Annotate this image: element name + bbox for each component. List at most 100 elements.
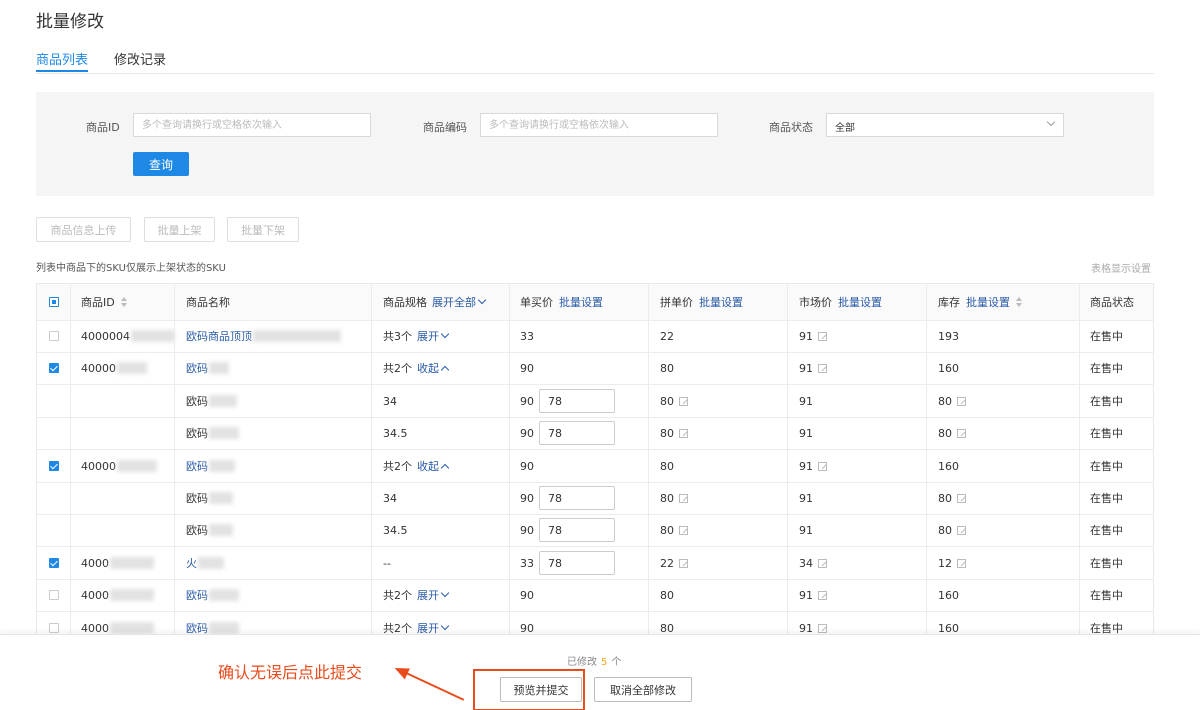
product-name[interactable]: 欧码 xyxy=(186,458,208,474)
expand-all-link[interactable]: 展开全部 xyxy=(432,294,476,310)
edit-icon[interactable] xyxy=(818,558,827,568)
row-checkbox[interactable] xyxy=(49,363,59,373)
unit-price-input[interactable] xyxy=(539,486,615,510)
unit-price-batch-set-link[interactable]: 批量设置 xyxy=(559,294,603,310)
unit-price-input[interactable] xyxy=(539,551,615,575)
product-id-cell: 4000004 xyxy=(81,320,175,352)
product-id: 4000 xyxy=(81,621,109,635)
unit-price-input[interactable] xyxy=(539,421,615,445)
product-id-input[interactable] xyxy=(133,113,371,137)
row-checkbox[interactable] xyxy=(49,331,59,341)
product-name-cell: 欧码 xyxy=(186,482,233,514)
row-checkbox[interactable] xyxy=(49,590,59,600)
tab-product-list[interactable]: 商品列表 xyxy=(36,49,89,72)
product-name[interactable]: 欧码 xyxy=(186,360,208,376)
market-price-cell: 91 xyxy=(799,417,813,449)
sort-icon[interactable] xyxy=(120,297,127,307)
product-code-input[interactable] xyxy=(480,113,718,137)
spec-toggle-link[interactable]: 收起 xyxy=(417,458,439,474)
edit-icon[interactable] xyxy=(957,493,966,503)
group-price-cell: 80 xyxy=(660,385,688,417)
product-status-select[interactable]: 全部 xyxy=(826,113,1064,137)
batch-unshelve-button[interactable]: 批量下架 xyxy=(227,217,299,242)
market-price-cell: 91 xyxy=(799,352,827,384)
stock-cell: 160 xyxy=(938,579,959,611)
product-name[interactable]: 欧码 xyxy=(186,620,208,634)
stock-cell: 80 xyxy=(938,385,966,417)
spec-text: -- xyxy=(383,556,391,570)
batch-shelve-button[interactable]: 批量上架 xyxy=(144,217,215,242)
unit-price-cell: 90 xyxy=(520,385,615,417)
row-checkbox[interactable] xyxy=(49,558,59,568)
status-cell: 在售中 xyxy=(1090,579,1123,611)
edit-icon[interactable] xyxy=(957,525,966,535)
product-name: 欧码 xyxy=(186,395,208,408)
table-row: 4000004 欧码商品顶顶 共3个 展开 33 22 91 193 在售中 xyxy=(37,320,1153,353)
product-id-cell: 40000 xyxy=(81,352,147,384)
query-button[interactable]: 查询 xyxy=(133,152,189,176)
spec-text: 共2个 xyxy=(383,589,412,602)
group-price-cell: 80 xyxy=(660,579,674,611)
table-row: 4000 火 -- 33 22 34 12 在售中 xyxy=(37,547,1153,580)
product-id: 40000 xyxy=(81,459,116,473)
table-row: 4000 欧码 共2个 展开 90 80 91 160 在售中 xyxy=(37,579,1153,612)
unit-price-input[interactable] xyxy=(539,389,615,413)
spec-toggle-link[interactable]: 展开 xyxy=(417,620,439,634)
cancel-all-button[interactable]: 取消全部修改 xyxy=(594,677,692,702)
unit-price-cell: 90 xyxy=(520,612,534,635)
table-display-setting-link[interactable]: 表格显示设置 xyxy=(1091,260,1151,275)
upload-info-button[interactable]: 商品信息上传 xyxy=(36,217,131,242)
header-stock-label: 库存 xyxy=(938,296,960,309)
edit-icon[interactable] xyxy=(957,558,966,568)
group-price: 22 xyxy=(660,556,674,570)
edit-icon[interactable] xyxy=(679,525,688,535)
chevron-down-icon xyxy=(440,621,450,631)
tab-modify-log[interactable]: 修改记录 xyxy=(114,49,166,68)
edit-icon[interactable] xyxy=(957,396,966,406)
edit-icon[interactable] xyxy=(679,493,688,503)
edit-icon[interactable] xyxy=(818,623,827,633)
spec-cell: 34 xyxy=(383,385,397,417)
select-all-checkbox[interactable] xyxy=(49,297,59,307)
spec-toggle-link[interactable]: 收起 xyxy=(417,360,439,376)
chevron-up-icon xyxy=(440,365,450,374)
product-name[interactable]: 欧码商品顶顶 xyxy=(186,328,252,344)
status-cell: 在售中 xyxy=(1090,482,1123,514)
edit-icon[interactable] xyxy=(818,590,827,600)
unit-price-input[interactable] xyxy=(539,518,615,542)
spec-toggle-link[interactable]: 展开 xyxy=(417,328,439,344)
status-cell: 在售中 xyxy=(1090,612,1123,635)
edit-icon[interactable] xyxy=(679,558,688,568)
row-checkbox[interactable] xyxy=(49,461,59,471)
spec-cell: 共2个 收起 xyxy=(383,450,450,482)
market-price: 91 xyxy=(799,426,813,440)
group-price-cell: 22 xyxy=(660,320,674,352)
edit-icon[interactable] xyxy=(818,331,827,341)
edit-icon[interactable] xyxy=(679,396,688,406)
stock-batch-set-link[interactable]: 批量设置 xyxy=(966,294,1010,310)
preview-submit-button[interactable]: 预览并提交 xyxy=(500,677,582,702)
market-price: 91 xyxy=(799,588,813,602)
status-text: 在售中 xyxy=(1090,622,1123,635)
group-price-batch-set-link[interactable]: 批量设置 xyxy=(699,294,743,310)
market-price-batch-set-link[interactable]: 批量设置 xyxy=(838,294,882,310)
header-name: 商品名称 xyxy=(186,296,230,309)
stock-cell: 160 xyxy=(938,450,959,482)
header-group-price: 拼单价 批量设置 xyxy=(660,284,743,320)
stock-value: 12 xyxy=(938,556,952,570)
edit-icon[interactable] xyxy=(818,363,827,373)
sort-icon[interactable] xyxy=(1016,297,1022,307)
edit-icon[interactable] xyxy=(957,428,966,438)
row-checkbox[interactable] xyxy=(49,623,59,633)
product-name[interactable]: 火 xyxy=(186,555,197,571)
spec-toggle-link[interactable]: 展开 xyxy=(417,587,439,603)
product-name[interactable]: 欧码 xyxy=(186,587,208,603)
unit-price: 90 xyxy=(520,426,534,440)
edit-icon[interactable] xyxy=(679,428,688,438)
header-id[interactable]: 商品ID xyxy=(81,284,127,320)
edit-icon[interactable] xyxy=(818,461,827,471)
unit-price-cell: 90 xyxy=(520,417,615,449)
product-id: 4000 xyxy=(81,556,109,570)
stock-value: 160 xyxy=(938,588,959,602)
header-group-price-label: 拼单价 xyxy=(660,296,693,309)
